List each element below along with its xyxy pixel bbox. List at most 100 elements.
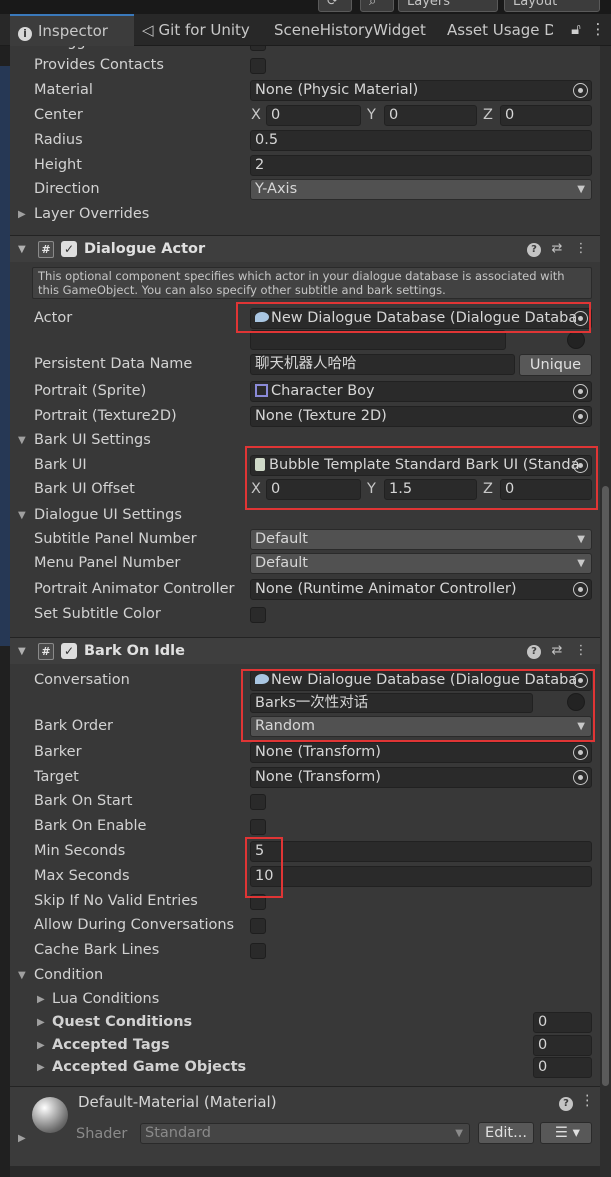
cache-bark-lines-checkbox[interactable]	[250, 943, 266, 959]
help-icon[interactable]: ?	[559, 1097, 573, 1111]
layers-dropdown[interactable]: Layers	[398, 0, 498, 12]
cache-bark-lines-label: Cache Bark Lines	[34, 942, 160, 958]
sprite-icon	[255, 384, 268, 397]
accepted-tags-count[interactable]: 0	[533, 1035, 592, 1056]
object-picker-icon[interactable]	[573, 384, 588, 399]
barker-label: Barker	[34, 744, 82, 760]
target-field[interactable]: None (Transform)	[250, 767, 592, 788]
subtitle-panel-dropdown[interactable]: Default ▼	[250, 529, 592, 550]
material-section: ▶ Default-Material (Material) ? ⋮ Shader…	[10, 1086, 600, 1177]
accepted-game-objects-foldout[interactable]: Accepted Game Objects	[52, 1055, 246, 1080]
component-menu-icon[interactable]: ⋮	[573, 642, 589, 660]
material-options-button[interactable]: ☰ ▾	[540, 1122, 592, 1144]
allow-during-conversations-checkbox[interactable]	[250, 918, 266, 934]
edit-shader-button[interactable]: Edit...	[478, 1122, 534, 1144]
center-x-field[interactable]: 0	[266, 105, 361, 126]
bark-ui-settings-foldout[interactable]: Bark UI Settings	[34, 428, 151, 453]
foldout-arrow-icon[interactable]: ▼	[18, 428, 26, 453]
dialogue-actor-header[interactable]: ▼ # ✓ Dialogue Actor ? ⇄ ⋮	[10, 235, 600, 262]
menu-panel-dropdown[interactable]: Default ▼	[250, 553, 592, 574]
object-picker-icon[interactable]	[573, 83, 588, 98]
left-panel-edge	[0, 46, 10, 1177]
object-picker-icon[interactable]	[573, 409, 588, 424]
center-y-axis: Y	[367, 107, 376, 123]
tab-inspector[interactable]: i Inspector	[10, 14, 134, 46]
center-z-field[interactable]: 0	[500, 105, 592, 126]
portrait-animator-field[interactable]: None (Runtime Animator Controller)	[250, 579, 592, 600]
actor-select-button[interactable]	[567, 331, 585, 349]
component-menu-icon[interactable]: ⋮	[580, 1093, 595, 1109]
radius-field[interactable]: 0.5	[250, 130, 592, 151]
persistent-data-name-field[interactable]: 聊天机器人哈哈	[250, 354, 515, 375]
is-trigger-checkbox[interactable]	[250, 46, 266, 51]
unique-button[interactable]: Unique	[519, 354, 592, 376]
dropdown-arrow-icon: ▼	[577, 184, 585, 195]
bark-on-idle-enabled-checkbox[interactable]: ✓	[61, 643, 77, 659]
barker-field[interactable]: None (Transform)	[250, 742, 592, 763]
help-icon[interactable]: ?	[527, 243, 541, 257]
quest-conditions-count[interactable]: 0	[533, 1012, 592, 1033]
accepted-game-objects-count[interactable]: 0	[533, 1057, 592, 1078]
dialogue-actor-help-box: This optional component specifies which …	[32, 267, 592, 299]
help-icon[interactable]: ?	[527, 645, 541, 659]
height-field[interactable]: 2	[250, 155, 592, 176]
dropdown-arrow-icon: ▼	[577, 558, 585, 569]
provides-contacts-checkbox[interactable]	[250, 58, 266, 74]
inspector-scrollbar[interactable]	[600, 46, 611, 1177]
tab-scene-history[interactable]: SceneHistoryWidget	[266, 14, 434, 46]
tab-asset-usage[interactable]: Asset Usage D	[439, 14, 553, 46]
more-menu-icon[interactable]: ⋮	[590, 20, 606, 40]
presets-icon[interactable]: ⇄	[549, 240, 565, 258]
subtitle-panel-value: Default	[255, 531, 308, 547]
lock-icon[interactable]: 🔓︎	[568, 20, 584, 40]
foldout-arrow-icon[interactable]: ▶	[37, 987, 45, 1012]
material-title: Default-Material (Material)	[78, 1093, 277, 1111]
dialogue-actor-enabled-checkbox[interactable]: ✓	[61, 241, 77, 257]
portrait-texture-field[interactable]: None (Texture 2D)	[250, 406, 592, 427]
foldout-arrow-icon[interactable]: ▼	[18, 236, 26, 263]
portrait-sprite-field[interactable]: Character Boy	[250, 381, 592, 402]
max-seconds-field[interactable]: 10	[250, 866, 592, 887]
bark-on-start-checkbox[interactable]	[250, 794, 266, 810]
component-menu-icon[interactable]: ⋮	[573, 240, 589, 258]
highlight-seconds	[245, 837, 283, 898]
foldout-arrow-icon[interactable]: ▼	[18, 638, 26, 665]
shader-dropdown[interactable]: Standard ▼	[140, 1123, 470, 1144]
foldout-arrow-icon[interactable]: ▶	[18, 202, 26, 227]
direction-value: Y-Axis	[255, 181, 298, 197]
object-picker-icon[interactable]	[573, 582, 588, 597]
material-field[interactable]: None (Physic Material)	[250, 80, 592, 101]
tab-git-for-unity[interactable]: ◁ Git for Unity	[134, 14, 262, 46]
object-picker-icon[interactable]	[573, 770, 588, 785]
layout-dropdown[interactable]: Layout	[504, 0, 600, 12]
layer-overrides-foldout[interactable]: Layer Overrides	[34, 202, 149, 227]
actor-select-field[interactable]	[250, 330, 506, 350]
list-icon: ☰ ▾	[555, 1125, 580, 1141]
quest-conditions-foldout[interactable]: Quest Conditions	[52, 1010, 192, 1035]
center-label: Center	[34, 107, 83, 123]
direction-dropdown[interactable]: Y-Axis ▼	[250, 179, 592, 200]
set-subtitle-color-checkbox[interactable]	[250, 607, 266, 623]
center-y-field[interactable]: 0	[384, 105, 477, 126]
conversation-label: Conversation	[34, 672, 130, 688]
presets-icon[interactable]: ⇄	[549, 642, 565, 660]
foldout-arrow-icon[interactable]: ▶	[37, 1055, 45, 1080]
search-icon[interactable]: ⌕	[360, 0, 394, 12]
history-icon[interactable]: ⟳	[318, 0, 352, 12]
bark-on-enable-checkbox[interactable]	[250, 819, 266, 835]
subtitle-panel-label: Subtitle Panel Number	[34, 531, 197, 547]
condition-foldout[interactable]: Condition	[34, 963, 103, 988]
scrollbar-thumb[interactable]	[602, 486, 609, 1086]
dialogue-ui-settings-foldout[interactable]: Dialogue UI Settings	[34, 503, 182, 528]
foldout-arrow-icon[interactable]: ▶	[18, 1133, 26, 1144]
foldout-arrow-icon[interactable]: ▼	[18, 503, 26, 528]
bark-on-enable-label: Bark On Enable	[34, 818, 147, 834]
bark-on-idle-header[interactable]: ▼ # ✓ Bark On Idle ? ⇄ ⋮	[10, 637, 600, 664]
lua-conditions-foldout[interactable]: Lua Conditions	[52, 987, 159, 1012]
foldout-arrow-icon[interactable]: ▼	[18, 963, 26, 988]
tab-label: Asset Usage D	[447, 21, 553, 39]
min-seconds-field[interactable]: 5	[250, 841, 592, 862]
target-label: Target	[34, 769, 79, 785]
object-picker-icon[interactable]	[573, 745, 588, 760]
foldout-arrow-icon[interactable]: ▶	[37, 1010, 45, 1035]
